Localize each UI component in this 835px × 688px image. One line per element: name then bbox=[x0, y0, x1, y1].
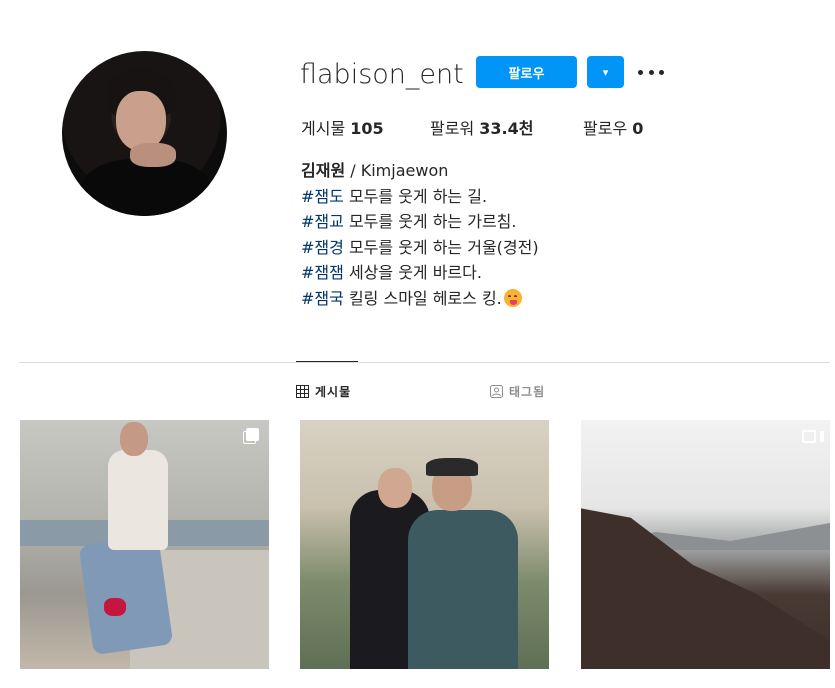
post-thumbnail[interactable] bbox=[581, 420, 830, 669]
hashtag-link[interactable]: #잼잼 bbox=[301, 263, 344, 282]
hashtag-link[interactable]: #잼교 bbox=[301, 212, 344, 231]
bio-line: #잼도 모두를 웃게 하는 길. bbox=[301, 186, 488, 206]
bio-name-line: 김재원 / Kimjaewon bbox=[301, 158, 539, 184]
profile-avatar[interactable] bbox=[62, 51, 227, 216]
tab-posts[interactable]: 게시물 bbox=[296, 383, 351, 400]
stat-following-count: 0 bbox=[632, 119, 644, 138]
bio-name: 김재원 bbox=[301, 161, 346, 180]
tab-posts-label: 게시물 bbox=[315, 385, 352, 399]
tagged-icon bbox=[490, 385, 503, 398]
hashtag-link[interactable]: #잼도 bbox=[301, 187, 344, 206]
profile-bio: 김재원 / Kimjaewon #잼도 모두를 웃게 하는 길. #잼교 모두를… bbox=[301, 158, 539, 311]
bio-line: #잼잼 세상을 웃게 바르다. bbox=[301, 263, 482, 282]
bio-name-suffix: / Kimjaewon bbox=[345, 161, 449, 180]
video-icon bbox=[802, 430, 824, 444]
hashtag-link[interactable]: #잼경 bbox=[301, 238, 344, 257]
suggestions-dropdown-button[interactable]: ▾ bbox=[587, 56, 624, 88]
stat-posts: 게시물 105 bbox=[301, 115, 384, 139]
stat-posts-label: 게시물 bbox=[301, 119, 346, 138]
bio-line: #잼교 모두를 웃게 하는 가르침. bbox=[301, 212, 517, 231]
more-options-icon[interactable] bbox=[638, 62, 664, 82]
hashtag-link[interactable]: #잼국 bbox=[301, 289, 344, 308]
savoring-food-face-emoji bbox=[503, 288, 522, 307]
stat-followers-label: 팔로워 bbox=[430, 119, 475, 138]
grid-icon bbox=[296, 385, 309, 398]
post-thumbnail[interactable] bbox=[300, 420, 549, 669]
profile-divider bbox=[19, 362, 830, 363]
tab-tagged-label: 태그됨 bbox=[509, 385, 546, 399]
follow-button[interactable]: 팔로우 bbox=[476, 56, 577, 88]
stat-followers-count: 33.4천 bbox=[479, 119, 534, 138]
stat-following-label: 팔로우 bbox=[583, 119, 628, 138]
tab-tagged[interactable]: 태그됨 bbox=[490, 383, 545, 400]
multiple-photos-icon bbox=[241, 428, 259, 444]
active-tab-indicator bbox=[296, 361, 358, 362]
stat-followers[interactable]: 팔로워 33.4천 bbox=[430, 115, 533, 139]
stat-following[interactable]: 팔로우 0 bbox=[583, 115, 643, 139]
bio-line: #잼국 킬링 스마일 헤로스 킹. bbox=[301, 286, 539, 312]
post-thumbnail[interactable] bbox=[20, 420, 269, 669]
profile-username: flabison_ent bbox=[300, 59, 464, 90]
stat-posts-count: 105 bbox=[350, 119, 384, 138]
bio-line: #잼경 모두를 웃게 하는 거울(경전) bbox=[301, 237, 539, 257]
